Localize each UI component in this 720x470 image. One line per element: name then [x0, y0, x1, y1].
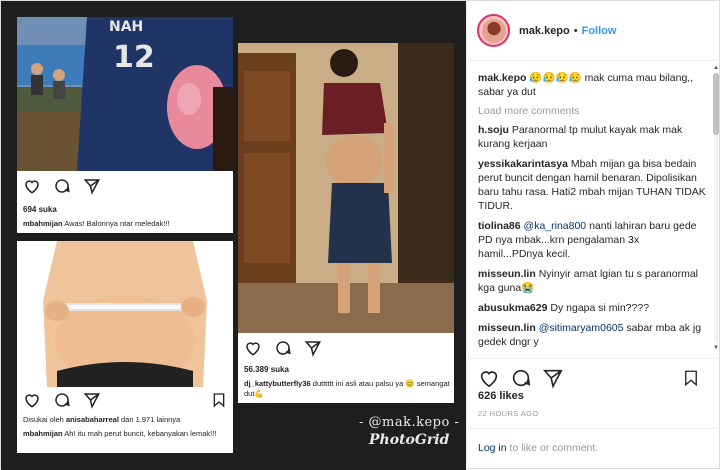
bookmark-icon: [685, 370, 697, 387]
header-username[interactable]: mak.kepo: [519, 25, 570, 37]
save-button[interactable]: [678, 365, 704, 391]
load-more-comments-button[interactable]: Load more comments: [478, 105, 706, 117]
comment-icon: [55, 179, 70, 193]
share-icon: [83, 179, 100, 195]
scroll-down-arrow[interactable]: ▼: [713, 345, 719, 351]
separator-dot: •: [573, 24, 578, 37]
watermark-app: PhotoGrid: [369, 432, 450, 448]
card-1-likes: 694 suka: [23, 205, 57, 214]
post-image[interactable]: 12 NAH 694 suka mbahmijan Awas! Balonnya…: [1, 1, 467, 470]
comment-item: yessikakarintasya Mbah mijan ga bisa bed…: [478, 157, 706, 213]
collage-card-3: 56.389 suka dj_kattybutterfly36 dutttttt…: [238, 43, 454, 403]
likes-count[interactable]: 626 likes: [478, 390, 524, 402]
card-1-caption: mbahmijan Awas! Balonnya ntar meledak!!!: [23, 219, 228, 229]
liked-by-label: Disukai oleh: [23, 415, 64, 424]
card-1-actions: [23, 177, 101, 195]
share-icon: [83, 393, 100, 409]
comment-username[interactable]: misseun.lin: [478, 268, 536, 280]
liked-by-user: anisabaharreal: [65, 415, 119, 424]
comment-username[interactable]: abusukma629: [478, 302, 547, 314]
scroll-thumb[interactable]: [713, 73, 719, 135]
post-sidebar: mak.kepo • Follow mak.kepo 😥😥😥😥 mak cuma…: [468, 1, 720, 470]
heart-icon: [25, 180, 39, 194]
comments-scrollbar[interactable]: ▲ ▼: [713, 65, 719, 351]
post-modal: 12 NAH 694 suka mbahmijan Awas! Balonnya…: [0, 0, 720, 470]
comment-mention[interactable]: @sitimaryam0605: [539, 322, 624, 334]
share-icon: [304, 341, 321, 357]
login-link[interactable]: Log in: [478, 442, 507, 454]
comment-username[interactable]: misseun.lin: [478, 322, 536, 334]
comment-mention[interactable]: @ka_rina800: [524, 220, 587, 232]
comment-icon: [55, 393, 70, 407]
card-2-caption: mbahmijan Ah! itu mah perut buncit, keba…: [23, 429, 228, 439]
card-3-actions: [244, 339, 322, 357]
comment-item: misseun.lin Nyinyir amat lgian tu s para…: [478, 267, 706, 295]
comments-list[interactable]: mak.kepo 😥😥😥😥 mak cuma mau bilang,, saba…: [468, 62, 720, 356]
card-2-caption-user: mbahmijan: [23, 429, 63, 438]
like-button[interactable]: [476, 365, 502, 391]
login-prompt-text: to like or comment.: [506, 442, 599, 454]
login-prompt: Log in to like or comment.: [468, 428, 720, 470]
bookmark-icon: [213, 393, 225, 408]
avatar-image: [481, 18, 506, 43]
card-3-likes: 56.389 suka: [244, 365, 289, 374]
post-caption: mak.kepo 😥😥😥😥 mak cuma mau bilang,, saba…: [478, 71, 706, 99]
card-2-actions: [23, 391, 101, 409]
comment-username[interactable]: tiolina86: [478, 220, 521, 232]
comment-username[interactable]: yessikakarintasya: [478, 158, 568, 170]
photo-jersey: 12 NAH: [17, 17, 233, 171]
heart-icon: [480, 370, 498, 387]
follow-button[interactable]: Follow: [582, 25, 617, 37]
card-1-caption-user: mbahmijan: [23, 219, 63, 228]
collage-card-2: Disukai oleh anisabaharreal dan 1.971 la…: [17, 241, 233, 453]
photo-pregnant-woman: [238, 43, 454, 333]
card-3-caption: dj_kattybutterfly36 dutttttt ini asli at…: [244, 379, 450, 399]
collage-card-1: 12 NAH 694 suka mbahmijan Awas! Balonnya…: [17, 17, 233, 233]
comment-icon: [512, 369, 531, 386]
comment-item: misseun.lin @sitimaryam0605 sabar mba ak…: [478, 321, 706, 349]
jersey-number: 12: [113, 40, 155, 75]
comment-username[interactable]: h.soju: [478, 124, 509, 136]
caption-username[interactable]: mak.kepo: [478, 72, 526, 84]
heart-icon: [246, 342, 260, 356]
card-2-caption-text: Ah! itu mah perut buncit, kebanyakan lem…: [64, 429, 217, 438]
post-header: mak.kepo • Follow: [468, 1, 720, 61]
post-timestamp: 22 HOURS AGO: [478, 409, 539, 418]
heart-icon: [25, 394, 39, 408]
liked-by-rest: dan 1.971 lainnya: [121, 415, 181, 424]
share-button[interactable]: [540, 365, 566, 391]
share-icon: [542, 369, 563, 389]
comment-icon: [276, 341, 291, 355]
scroll-up-arrow[interactable]: ▲: [713, 65, 719, 71]
comment-text: Paranormal tp mulut kayak mak mak kurang…: [478, 124, 683, 150]
watermark-handle: - @mak.kepo -: [359, 415, 460, 430]
card-2-liked-by: Disukai oleh anisabaharreal dan 1.971 la…: [23, 415, 228, 425]
comment-item: tiolina86 @ka_rina800 nanti lahiran baru…: [478, 219, 706, 261]
jersey-name: NAH: [109, 19, 143, 35]
comment-item: h.soju Paranormal tp mulut kayak mak mak…: [478, 123, 706, 151]
comment-text: Dy ngapa si min????: [550, 302, 650, 314]
avatar[interactable]: [477, 14, 510, 47]
card-3-caption-user: dj_kattybutterfly36: [244, 379, 311, 388]
card-1-caption-text: Awas! Balonnya ntar meledak!!!: [64, 219, 170, 228]
comment-button[interactable]: [508, 365, 534, 391]
photogrid-watermark: - @mak.kepo - PhotoGrid: [359, 415, 459, 448]
photo-belly-measure: [17, 241, 233, 387]
comment-item: abusukma629 Dy ngapa si min????: [478, 301, 706, 315]
